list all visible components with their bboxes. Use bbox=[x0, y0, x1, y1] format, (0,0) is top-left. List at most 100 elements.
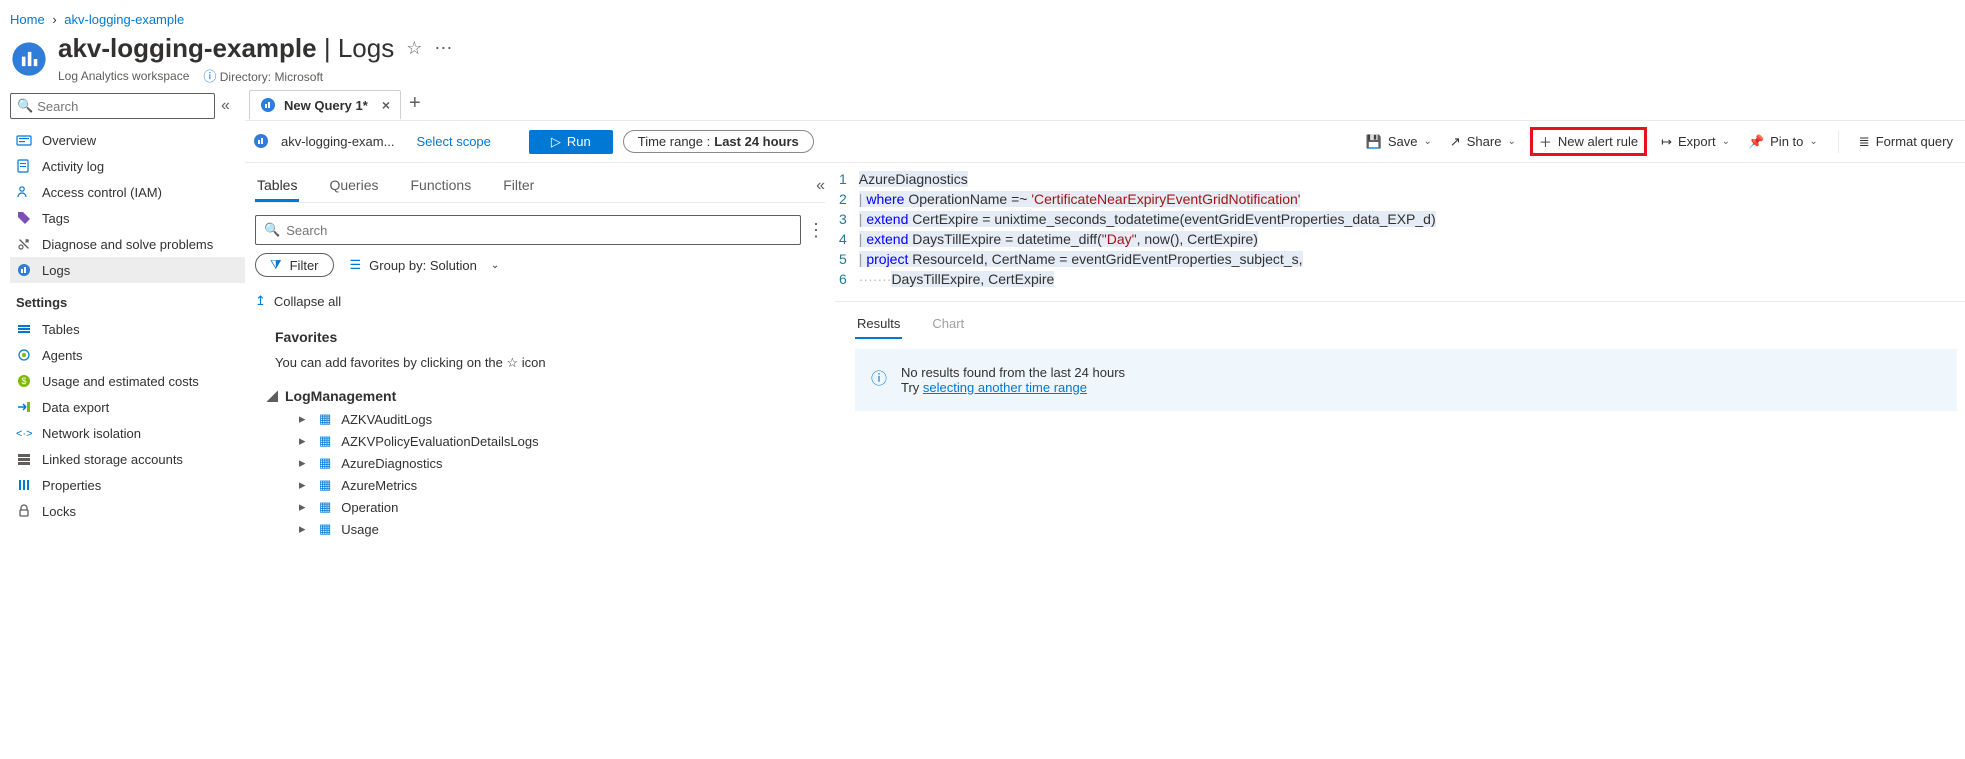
sidebar-item-usage-costs[interactable]: $ Usage and estimated costs bbox=[10, 368, 245, 394]
scope-name: akv-logging-exam... bbox=[281, 134, 394, 149]
export-button[interactable]: ↦Export⌄ bbox=[1657, 131, 1734, 153]
time-range-value: Last 24 hours bbox=[714, 134, 799, 149]
chevron-down-icon: ⌄ bbox=[1423, 136, 1431, 147]
caret-right-icon: ▸ bbox=[299, 455, 309, 471]
sidebar-item-label: Usage and estimated costs bbox=[42, 374, 199, 389]
results-tab-chart[interactable]: Chart bbox=[930, 310, 966, 339]
tree-leaf[interactable]: ▸▦AzureMetrics bbox=[277, 474, 825, 496]
star-icon: ☆ bbox=[507, 355, 519, 370]
pin-button[interactable]: 📌Pin to⌄ bbox=[1744, 131, 1822, 153]
add-tab-icon[interactable]: + bbox=[409, 92, 421, 115]
groupby-dropdown[interactable]: ☰Group by: Solution⌄ bbox=[350, 257, 500, 273]
explorer-tab-queries[interactable]: Queries bbox=[327, 171, 380, 202]
list-icon: ☰ bbox=[350, 257, 362, 273]
collapse-panel-icon[interactable]: « bbox=[816, 171, 825, 202]
sidebar-item-agents[interactable]: Agents bbox=[10, 342, 245, 368]
caret-right-icon: ▸ bbox=[299, 477, 309, 493]
explorer-tab-tables[interactable]: Tables bbox=[255, 171, 299, 202]
sidebar-item-label: Agents bbox=[42, 348, 82, 363]
caret-right-icon: ▸ bbox=[299, 499, 309, 515]
select-time-range-link[interactable]: selecting another time range bbox=[923, 380, 1087, 395]
star-icon[interactable]: ☆ bbox=[406, 38, 422, 59]
more-icon[interactable]: ⋮ bbox=[807, 220, 825, 241]
resource-type-label: Log Analytics workspace bbox=[58, 69, 189, 83]
usage-icon: $ bbox=[16, 373, 32, 389]
new-alert-rule-button[interactable]: ＋New alert rule bbox=[1530, 127, 1647, 156]
content-area: New Query 1* × + akv-logging-exam... Sel… bbox=[245, 87, 1965, 548]
sidebar-item-tags[interactable]: Tags bbox=[10, 205, 245, 231]
tree-group[interactable]: ◢LogManagement bbox=[255, 383, 825, 408]
sidebar-item-properties[interactable]: Properties bbox=[10, 472, 245, 498]
sidebar-item-access-control[interactable]: Access control (IAM) bbox=[10, 179, 245, 205]
share-button[interactable]: ↗Share⌄ bbox=[1446, 131, 1520, 153]
sidebar-item-label: Overview bbox=[42, 133, 96, 148]
explorer-search-input[interactable] bbox=[286, 223, 792, 238]
sidebar-item-label: Logs bbox=[42, 263, 70, 278]
sidebar-item-network-isolation[interactable]: <·> Network isolation bbox=[10, 420, 245, 446]
query-editor[interactable]: 123456 AzureDiagnostics | where Operatio… bbox=[835, 163, 1965, 295]
more-icon[interactable]: ⋯ bbox=[434, 38, 452, 59]
caret-right-icon: ▸ bbox=[299, 433, 309, 449]
sidebar-item-data-export[interactable]: Data export bbox=[10, 394, 245, 420]
sidebar-item-activity-log[interactable]: Activity log bbox=[10, 153, 245, 179]
search-icon: 🔍 bbox=[17, 98, 33, 114]
explorer-tab-filter[interactable]: Filter bbox=[501, 171, 536, 202]
collapse-all-button[interactable]: ↥Collapse all bbox=[255, 293, 825, 309]
sidebar-item-linked-storage[interactable]: Linked storage accounts bbox=[10, 446, 245, 472]
results-tab-results[interactable]: Results bbox=[855, 310, 902, 339]
access-control-icon bbox=[16, 184, 32, 200]
chevron-down-icon: ⌄ bbox=[1809, 136, 1817, 147]
tree-leaf[interactable]: ▸▦Operation bbox=[277, 496, 825, 518]
favorites-heading: Favorites bbox=[255, 321, 825, 351]
tree-leaf[interactable]: ▸▦AZKVAuditLogs bbox=[277, 408, 825, 430]
diagnose-icon bbox=[16, 236, 32, 252]
time-range-picker[interactable]: Time range : Last 24 hours bbox=[623, 130, 814, 153]
sidebar-search[interactable]: 🔍 bbox=[10, 93, 215, 119]
plus-icon: ＋ bbox=[1539, 132, 1552, 151]
log-analytics-icon bbox=[260, 97, 276, 113]
format-query-button[interactable]: ≣Format query bbox=[1855, 131, 1957, 153]
sidebar-item-tables[interactable]: Tables bbox=[10, 316, 245, 342]
breadcrumb-home[interactable]: Home bbox=[10, 12, 45, 27]
data-export-icon bbox=[16, 399, 32, 415]
tree-leaf[interactable]: ▸▦AZKVPolicyEvaluationDetailsLogs bbox=[277, 430, 825, 452]
share-icon: ↗ bbox=[1450, 134, 1461, 150]
sidebar-item-overview[interactable]: Overview bbox=[10, 127, 245, 153]
agents-icon bbox=[16, 347, 32, 363]
activity-log-icon bbox=[16, 158, 32, 174]
save-button[interactable]: 💾Save⌄ bbox=[1362, 131, 1436, 153]
sidebar-item-diagnose[interactable]: Diagnose and solve problems bbox=[10, 231, 245, 257]
page-header: akv-logging-example | Logs ☆ ⋯ Log Analy… bbox=[0, 33, 1965, 87]
chevron-down-icon: ⌄ bbox=[1722, 136, 1730, 147]
query-tabs-row: New Query 1* × + bbox=[245, 87, 1965, 121]
sidebar-item-locks[interactable]: Locks bbox=[10, 498, 245, 524]
explorer-search[interactable]: 🔍 bbox=[255, 215, 801, 245]
logs-icon bbox=[16, 262, 32, 278]
sidebar-search-input[interactable] bbox=[37, 99, 208, 114]
query-toolbar: akv-logging-exam... Select scope ▷Run Ti… bbox=[245, 121, 1965, 163]
tree-leaf[interactable]: ▸▦AzureDiagnostics bbox=[277, 452, 825, 474]
filter-button[interactable]: ⧩Filter bbox=[255, 253, 334, 277]
sidebar-item-label: Access control (IAM) bbox=[42, 185, 162, 200]
tags-icon bbox=[16, 210, 32, 226]
sidebar-item-label: Properties bbox=[42, 478, 101, 493]
tree-leaf[interactable]: ▸▦Usage bbox=[277, 518, 825, 540]
breadcrumb: Home › akv-logging-example bbox=[0, 0, 1965, 33]
breadcrumb-resource[interactable]: akv-logging-example bbox=[64, 12, 184, 27]
svg-text:$: $ bbox=[21, 376, 26, 386]
table-icon: ▦ bbox=[319, 433, 331, 449]
search-icon: 🔍 bbox=[264, 222, 280, 238]
network-isolation-icon: <·> bbox=[16, 425, 32, 441]
query-tab[interactable]: New Query 1* × bbox=[249, 90, 401, 119]
sidebar-item-logs[interactable]: Logs bbox=[10, 257, 245, 283]
export-icon: ↦ bbox=[1661, 134, 1672, 150]
close-icon[interactable]: × bbox=[382, 97, 390, 113]
run-button[interactable]: ▷Run bbox=[529, 130, 613, 154]
collapse-sidebar-icon[interactable]: « bbox=[221, 97, 230, 115]
explorer-tab-functions[interactable]: Functions bbox=[409, 171, 474, 202]
separator bbox=[1838, 131, 1839, 153]
select-scope-link[interactable]: Select scope bbox=[416, 134, 490, 149]
sidebar-item-label: Linked storage accounts bbox=[42, 452, 183, 467]
sidebar: 🔍 « Overview Activity log Access control… bbox=[0, 87, 245, 548]
chevron-right-icon: › bbox=[52, 12, 56, 27]
